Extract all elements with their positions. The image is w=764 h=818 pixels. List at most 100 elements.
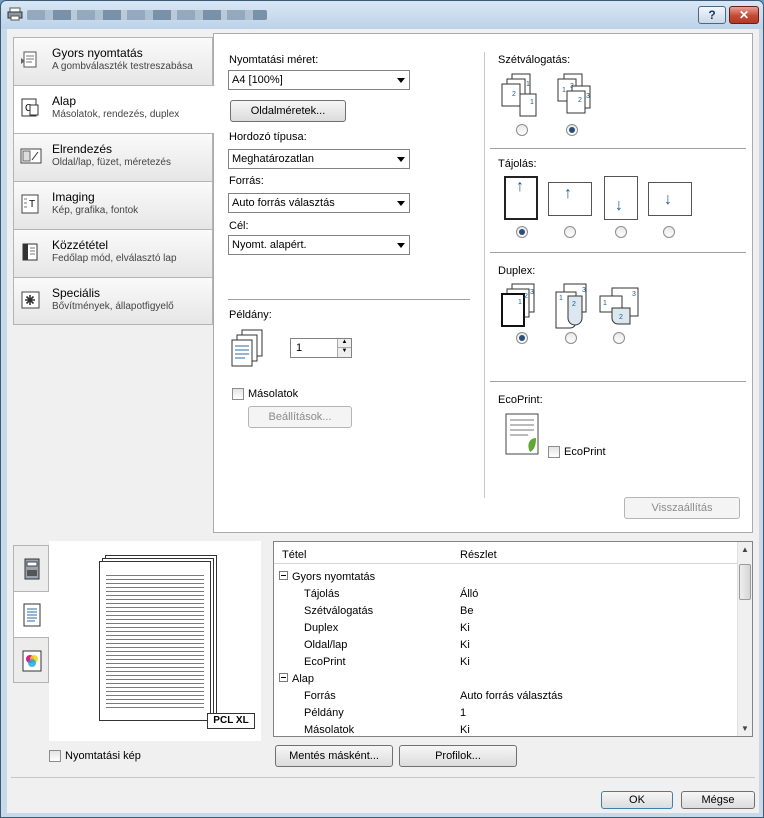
orientation-landscape-rotated-radio[interactable] xyxy=(663,226,675,238)
nav-item-layout[interactable]: Elrendezés Oldal/lap, füzet, méretezés xyxy=(13,133,213,181)
table-row[interactable]: Duplex Ki xyxy=(274,620,738,637)
table-header: Tétel Részlet xyxy=(274,542,738,564)
svg-text:1: 1 xyxy=(562,87,566,94)
collated-icon: 3 1 3 2 xyxy=(557,73,591,114)
printer-icon xyxy=(24,558,40,580)
destination-value: Nyomt. alapért. xyxy=(232,239,307,251)
arrow-up-icon: ↑ xyxy=(564,185,572,202)
ok-button[interactable]: OK xyxy=(601,791,673,809)
ecoprint-checkbox[interactable] xyxy=(548,446,560,458)
page-icon xyxy=(23,603,41,627)
svg-text:3: 3 xyxy=(586,93,590,100)
duplex-long-edge-radio[interactable] xyxy=(565,332,577,344)
orientation-portrait-radio[interactable] xyxy=(516,226,528,238)
table-row-group[interactable]: Gyors nyomtatás xyxy=(274,569,738,586)
tab-printer[interactable] xyxy=(13,545,49,591)
spin-up-button[interactable]: ▲ xyxy=(337,339,351,348)
copies-value: 1 xyxy=(296,342,303,354)
orientation-label: Tájolás: xyxy=(498,158,537,170)
divider xyxy=(490,381,746,382)
collate-on-radio[interactable] xyxy=(566,124,578,136)
copies-checkbox[interactable] xyxy=(232,388,244,400)
tab-color[interactable] xyxy=(13,637,49,683)
table-row[interactable]: Másolatok Ki xyxy=(274,722,738,736)
pcl-badge: PCL XL xyxy=(207,713,255,729)
advanced-icon xyxy=(21,291,40,309)
layout-icon xyxy=(20,148,42,164)
imaging-icon: T xyxy=(21,194,39,214)
color-icon xyxy=(22,650,42,672)
nav-item-imaging[interactable]: T Imaging Kép, grafika, fontok xyxy=(13,181,213,229)
destination-select[interactable]: Nyomt. alapért. xyxy=(228,235,410,255)
close-button[interactable]: ✕ xyxy=(729,6,759,24)
collapse-icon[interactable] xyxy=(279,673,288,682)
row-item: Alap xyxy=(292,673,315,685)
scroll-down-icon[interactable]: ▼ xyxy=(741,724,749,733)
svg-text:2: 2 xyxy=(512,91,516,98)
row-item: Duplex xyxy=(304,622,339,634)
copies-spinner[interactable]: 1 ▲ ▼ xyxy=(290,338,352,358)
row-item: Példány xyxy=(304,707,344,719)
orientation-landscape-radio[interactable] xyxy=(564,226,576,238)
ecoprint-section-label: EcoPrint: xyxy=(498,394,543,406)
nav-item-publishing[interactable]: Közzététel Fedőlap mód, elválasztó lap xyxy=(13,229,213,277)
orientation-landscape[interactable]: ↑ xyxy=(548,182,592,216)
print-size-select[interactable]: A4 [100%] xyxy=(228,70,410,90)
nav-item-basic[interactable]: C Alap Másolatok, rendezés, duplex xyxy=(13,85,215,133)
orientation-portrait-rotated-radio[interactable] xyxy=(615,226,627,238)
collate-off-radio[interactable] xyxy=(516,124,528,136)
basic-icon: C xyxy=(21,98,39,117)
table-row-group[interactable]: Alap xyxy=(274,671,738,688)
source-select[interactable]: Auto forrás választás xyxy=(228,193,410,213)
profiles-button[interactable]: Profilok... xyxy=(399,745,517,767)
settings-summary-list[interactable]: Tétel Részlet Gyors nyomtatás Tájolás Ál… xyxy=(273,541,753,737)
orientation-portrait[interactable]: ↑ xyxy=(504,176,538,220)
printer-icon xyxy=(7,7,23,21)
duplex-short-edge-radio[interactable] xyxy=(613,332,625,344)
duplex-long-edge-icon: 1 2 3 xyxy=(555,283,587,329)
spin-down-button[interactable]: ▼ xyxy=(337,348,351,357)
orientation-landscape-rotated[interactable]: ↓ xyxy=(648,182,692,216)
media-type-select[interactable]: Meghatározatlan xyxy=(228,149,410,169)
row-item: Másolatok xyxy=(304,724,355,736)
nav-item-advanced[interactable]: Speciális Bővítmények, állapotfigyelő xyxy=(13,277,213,325)
column-header-item[interactable]: Tétel xyxy=(282,549,306,561)
table-row[interactable]: Oldal/lap Ki xyxy=(274,637,738,654)
scroll-thumb[interactable] xyxy=(739,564,751,600)
nav-item-quick-print[interactable]: Gyors nyomtatás A gombválaszték testresz… xyxy=(13,37,213,85)
row-item: Forrás xyxy=(304,690,336,702)
print-preview-checkbox[interactable] xyxy=(49,750,61,762)
duplex-off-radio[interactable] xyxy=(516,332,528,344)
table-row[interactable]: Példány 1 xyxy=(274,705,738,722)
nav-title: Imaging xyxy=(52,190,95,204)
table-row[interactable]: Forrás Auto forrás választás xyxy=(274,688,738,705)
save-as-button[interactable]: Mentés másként... xyxy=(275,745,393,767)
cancel-button[interactable]: Mégse xyxy=(681,791,755,809)
publishing-icon xyxy=(22,243,38,261)
settings-button[interactable]: Beállítások... xyxy=(248,406,352,428)
column-header-detail[interactable]: Részlet xyxy=(460,549,497,561)
table-row[interactable]: Tájolás Álló xyxy=(274,586,738,603)
row-detail: Álló xyxy=(460,588,479,600)
svg-text:3: 3 xyxy=(582,287,586,294)
reset-button[interactable]: Visszaállítás xyxy=(624,497,740,519)
table-row[interactable]: EcoPrint Ki xyxy=(274,654,738,671)
row-detail: Be xyxy=(460,605,474,617)
copies-label: Példány: xyxy=(229,309,272,321)
divider xyxy=(228,299,470,300)
help-button[interactable]: ? xyxy=(698,6,726,24)
duplex-short-edge-icon: 1 2 3 xyxy=(599,287,639,325)
orientation-portrait-rotated[interactable]: ↓ xyxy=(604,176,638,220)
page-sizes-button[interactable]: Oldalméretek... xyxy=(230,100,346,122)
tab-page-preview[interactable] xyxy=(13,591,50,637)
arrow-down-icon: ↓ xyxy=(664,191,672,208)
scroll-up-icon[interactable]: ▲ xyxy=(741,545,749,554)
table-row[interactable]: Szétválogatás Be xyxy=(274,603,738,620)
svg-text:1: 1 xyxy=(559,295,563,302)
vertical-scrollbar[interactable]: ▲ ▼ xyxy=(737,542,752,736)
divider xyxy=(490,148,746,149)
svg-text:2: 2 xyxy=(572,301,576,308)
uncollated-icon: 1 2 1 xyxy=(501,73,537,117)
svg-text:1: 1 xyxy=(530,99,534,106)
collapse-icon[interactable] xyxy=(279,571,288,580)
